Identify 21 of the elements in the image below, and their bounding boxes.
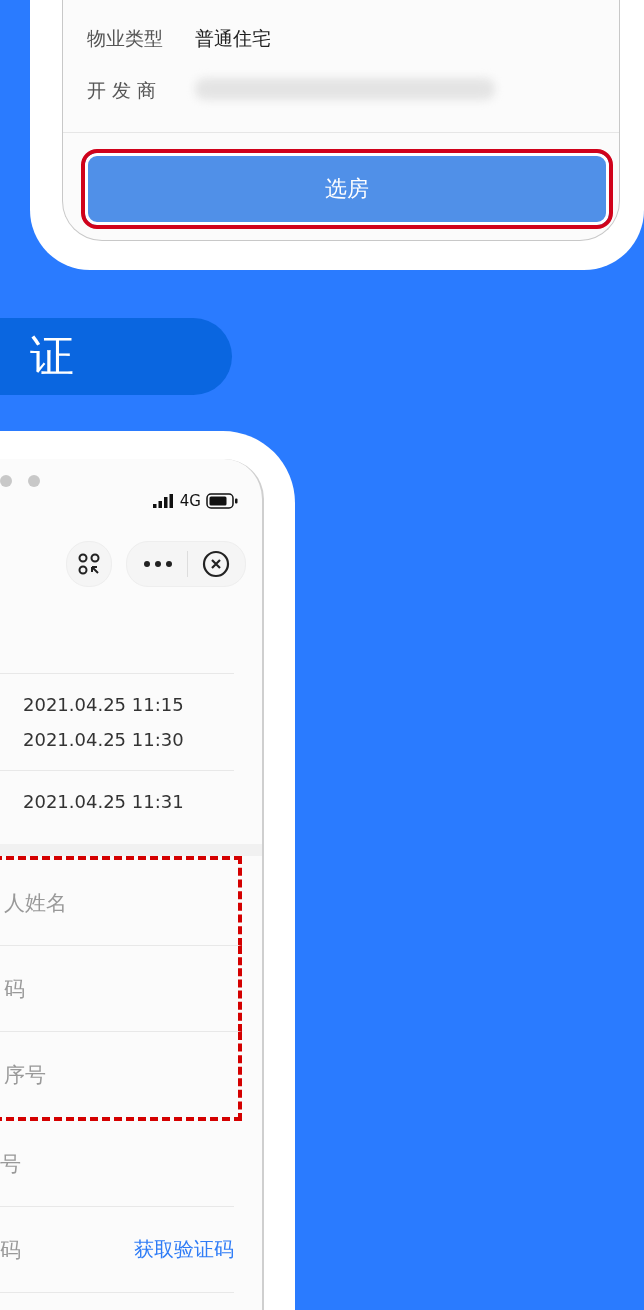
input-field[interactable]: 码 <box>0 1237 110 1262</box>
input-field[interactable]: 序号 <box>4 1062 114 1087</box>
banner-title: 证 <box>30 329 74 383</box>
mini-program-button[interactable] <box>66 541 112 587</box>
network-label: 4G <box>179 492 201 510</box>
input-field[interactable]: 人姓名 <box>4 890 114 915</box>
info-label: 开 发 商 <box>87 78 158 102</box>
signal-icon <box>152 494 175 508</box>
time-value: 2021.04.25 11:15 <box>23 694 185 715</box>
time-value: 2021.04.25 11:31 <box>23 791 185 812</box>
select-room-button[interactable]: 选房 <box>81 149 613 229</box>
close-icon[interactable] <box>201 550 230 578</box>
more-icon[interactable] <box>142 560 173 568</box>
info-value: 普通住宅 <box>195 26 271 50</box>
input-field[interactable]: 号 <box>0 1151 110 1176</box>
circles-icon <box>77 552 101 576</box>
info-label: 物业类型 <box>87 26 164 50</box>
get-code-link[interactable]: 获取验证码 <box>134 1236 234 1263</box>
time-value: 2021.04.25 11:30 <box>23 729 185 750</box>
battery-icon <box>206 493 238 509</box>
input-field[interactable]: 码 <box>4 976 114 1001</box>
